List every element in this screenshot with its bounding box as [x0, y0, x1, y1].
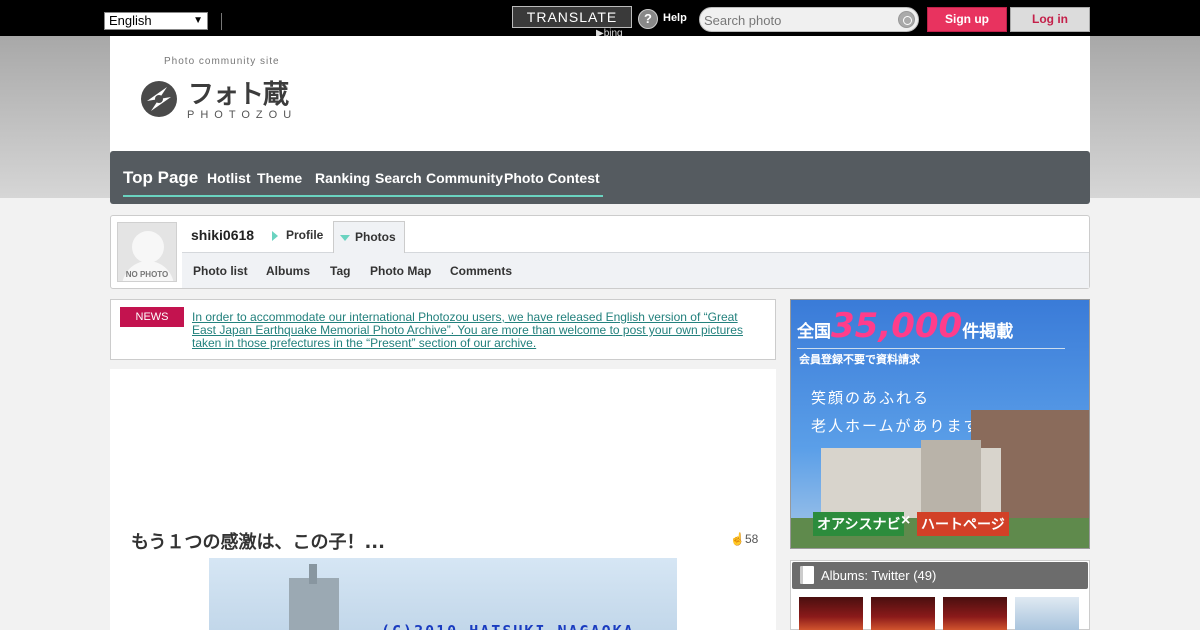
photo-watermark: (C)2010 HATSUKI NAGAOKA [381, 622, 635, 630]
subnav-photo-map[interactable]: Photo Map [370, 264, 431, 278]
arrow-down-icon [340, 234, 350, 241]
favorite-count-value: 58 [744, 532, 759, 546]
album-thumbnail[interactable] [943, 597, 1007, 630]
advertisement[interactable]: 全国35,000件掲載 会員登録不要で資料請求 笑顔のあふれる 老人ホームがあり… [790, 299, 1090, 549]
tab-photos[interactable]: Photos [333, 221, 405, 253]
logo-icon[interactable] [137, 79, 183, 119]
favorite-count[interactable]: ☝58 [730, 532, 758, 546]
news-badge: NEWS [120, 307, 184, 327]
album-thumbnail[interactable] [799, 597, 863, 630]
search-box [699, 7, 919, 32]
language-select[interactable]: English ▼ [104, 12, 208, 30]
help-link[interactable]: Help [663, 12, 687, 24]
nav-active-underline [123, 195, 603, 197]
subnav-photo-list[interactable]: Photo list [193, 264, 248, 278]
tab-profile-label: Profile [286, 228, 324, 242]
nav-ranking[interactable]: Ranking [315, 170, 370, 186]
subnav-tag[interactable]: Tag [330, 264, 350, 278]
album-thumbnail[interactable] [1015, 597, 1079, 630]
avatar[interactable]: NO PHOTO [117, 222, 177, 282]
profile-subnav [182, 252, 1089, 288]
nav-hotlist[interactable]: Hotlist [207, 170, 251, 186]
divider [221, 13, 222, 30]
ad-copy-line2: 老人ホームがあります。 [811, 417, 997, 435]
thumb-icon: ☝ [730, 532, 745, 546]
translate-button[interactable]: TRANSLATE [512, 6, 632, 28]
dropdown-arrow-icon: ▼ [193, 15, 203, 26]
ad-cross: × [901, 512, 911, 529]
language-value: English [109, 13, 152, 28]
main-nav: Top Page Hotlist Theme Ranking Search Co… [110, 151, 1090, 204]
subnav-albums[interactable]: Albums [266, 264, 310, 278]
avatar-placeholder-text: NO PHOTO [125, 270, 169, 279]
nav-search[interactable]: Search [375, 170, 422, 186]
ad-number: 35,000 [831, 306, 963, 346]
nav-community[interactable]: Community [426, 170, 503, 186]
album-thumbnail[interactable] [871, 597, 935, 630]
logo-subtext: PHOTOZOU [187, 109, 298, 121]
photo-structure [289, 578, 339, 630]
nav-top-page[interactable]: Top Page [123, 168, 198, 188]
search-icon[interactable] [898, 11, 915, 28]
book-icon [800, 566, 814, 584]
main-photo[interactable]: (C)2010 HATSUKI NAGAOKA [209, 558, 677, 630]
subnav-comments[interactable]: Comments [450, 264, 512, 278]
signup-button[interactable]: Sign up [927, 7, 1007, 32]
login-button[interactable]: Log in [1010, 7, 1090, 32]
ad-subline: 会員登録不要で資料請求 [799, 353, 920, 366]
ad-divider [797, 348, 1065, 349]
tab-profile[interactable]: Profile [272, 228, 323, 242]
tab-photos-label: Photos [355, 230, 396, 244]
ad-brand-oasis: オアシスナビ [813, 512, 905, 536]
news-link[interactable]: In order to accommodate our internationa… [192, 311, 762, 350]
help-icon[interactable]: ? [638, 9, 658, 29]
photo-title[interactable]: もう１つの感激は、この子！... [131, 528, 385, 554]
arrow-right-icon [272, 230, 278, 241]
ad-brand-heartpage: ハートページ [917, 512, 1009, 536]
ad-headline: 全国35,000件掲載 [797, 306, 1013, 346]
nav-theme[interactable]: Theme [257, 170, 302, 186]
albums-header[interactable]: Albums: Twitter (49) [792, 562, 1088, 589]
ad-prefix: 全国 [797, 322, 831, 342]
username[interactable]: shiki0618 [191, 227, 254, 243]
site-tagline: Photo community site [164, 56, 280, 67]
logo-text[interactable]: フォト蔵 [188, 74, 289, 111]
nav-photo-contest[interactable]: Photo Contest [504, 170, 600, 186]
avatar-head [132, 231, 164, 263]
photo-structure-top [309, 564, 317, 584]
search-input[interactable] [704, 11, 889, 29]
ad-suffix: 件掲載 [962, 322, 1014, 342]
ad-copy-line1: 笑顔のあふれる [811, 389, 931, 407]
